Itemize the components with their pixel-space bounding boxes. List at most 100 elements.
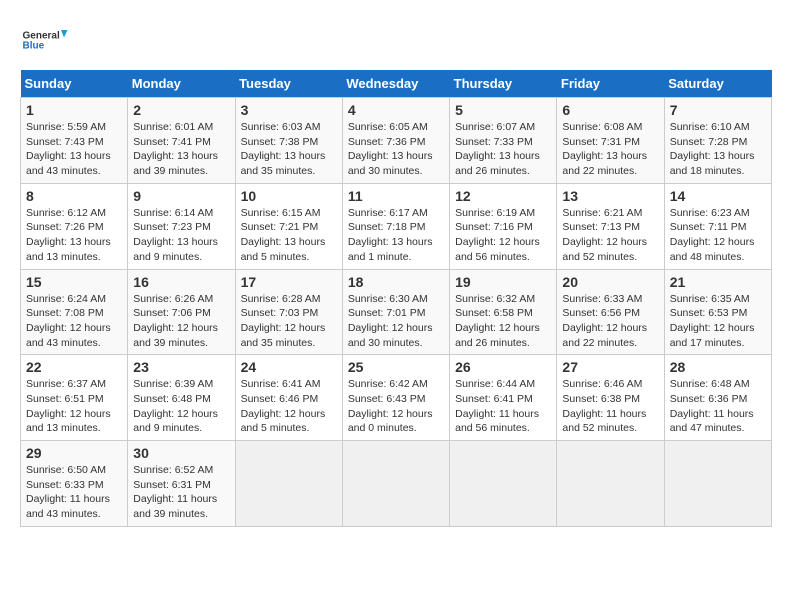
day-info: Sunrise: 6:32 AMSunset: 6:58 PMDaylight:… <box>455 292 551 351</box>
day-info: Sunrise: 6:24 AMSunset: 7:08 PMDaylight:… <box>26 292 122 351</box>
calendar-cell <box>664 441 771 527</box>
day-header-monday: Monday <box>128 70 235 98</box>
day-number: 28 <box>670 359 766 375</box>
calendar-cell: 26 Sunrise: 6:44 AMSunset: 6:41 PMDayligh… <box>450 355 557 441</box>
day-number: 19 <box>455 274 551 290</box>
day-header-wednesday: Wednesday <box>342 70 449 98</box>
day-number: 14 <box>670 188 766 204</box>
calendar-cell: 3Sunrise: 6:03 AMSunset: 7:38 PMDaylight… <box>235 98 342 184</box>
day-info: Sunrise: 6:46 AMSunset: 6:38 PMDaylight:… <box>562 377 658 436</box>
day-info: Sunrise: 6:35 AMSunset: 6:53 PMDaylight:… <box>670 292 766 351</box>
calendar-cell: 9Sunrise: 6:14 AMSunset: 7:23 PMDaylight… <box>128 183 235 269</box>
day-number: 17 <box>241 274 337 290</box>
calendar-cell: 1 Sunrise: 5:59 AMSunset: 7:43 PMDaylight… <box>21 98 128 184</box>
calendar-cell: 24 Sunrise: 6:41 AMSunset: 6:46 PMDayligh… <box>235 355 342 441</box>
calendar-cell: 8 Sunrise: 6:12 AMSunset: 7:26 PMDaylight… <box>21 183 128 269</box>
day-number: 16 <box>133 274 229 290</box>
day-info: Sunrise: 6:41 AMSunset: 6:46 PMDaylight:… <box>241 377 337 436</box>
day-info: Sunrise: 6:03 AMSunset: 7:38 PMDaylight:… <box>241 120 337 179</box>
day-info: Sunrise: 5:59 AMSunset: 7:43 PMDaylight:… <box>26 120 122 179</box>
page-header: General Blue <box>20 20 772 60</box>
day-number: 12 <box>455 188 551 204</box>
day-info: Sunrise: 6:19 AMSunset: 7:16 PMDaylight:… <box>455 206 551 265</box>
calendar-cell: 16 Sunrise: 6:26 AMSunset: 7:06 PMDayligh… <box>128 269 235 355</box>
calendar-cell: 25 Sunrise: 6:42 AMSunset: 6:43 PMDayligh… <box>342 355 449 441</box>
day-info: Sunrise: 6:37 AMSunset: 6:51 PMDaylight:… <box>26 377 122 436</box>
day-number: 30 <box>133 445 229 461</box>
calendar-cell <box>342 441 449 527</box>
day-number: 7 <box>670 102 766 118</box>
day-number: 23 <box>133 359 229 375</box>
day-info: Sunrise: 6:30 AMSunset: 7:01 PMDaylight:… <box>348 292 444 351</box>
calendar-cell: 22 Sunrise: 6:37 AMSunset: 6:51 PMDayligh… <box>21 355 128 441</box>
day-number: 13 <box>562 188 658 204</box>
calendar-cell: 27 Sunrise: 6:46 AMSunset: 6:38 PMDayligh… <box>557 355 664 441</box>
calendar-cell: 13 Sunrise: 6:21 AMSunset: 7:13 PMDayligh… <box>557 183 664 269</box>
calendar-cell: 17 Sunrise: 6:28 AMSunset: 7:03 PMDayligh… <box>235 269 342 355</box>
day-info: Sunrise: 6:26 AMSunset: 7:06 PMDaylight:… <box>133 292 229 351</box>
calendar-cell <box>557 441 664 527</box>
calendar-cell: 11 Sunrise: 6:17 AMSunset: 7:18 PMDayligh… <box>342 183 449 269</box>
day-info: Sunrise: 6:01 AMSunset: 7:41 PMDaylight:… <box>133 120 229 179</box>
calendar-cell: 23 Sunrise: 6:39 AMSunset: 6:48 PMDayligh… <box>128 355 235 441</box>
calendar-cell: 5Sunrise: 6:07 AMSunset: 7:33 PMDaylight… <box>450 98 557 184</box>
calendar-table: SundayMondayTuesdayWednesdayThursdayFrid… <box>20 70 772 527</box>
day-info: Sunrise: 6:33 AMSunset: 6:56 PMDaylight:… <box>562 292 658 351</box>
calendar-week-1: 1 Sunrise: 5:59 AMSunset: 7:43 PMDaylight… <box>21 98 772 184</box>
day-info: Sunrise: 6:14 AMSunset: 7:23 PMDaylight:… <box>133 206 229 265</box>
day-number: 10 <box>241 188 337 204</box>
calendar-cell: 29Sunrise: 6:50 AMSunset: 6:33 PMDayligh… <box>21 441 128 527</box>
day-info: Sunrise: 6:10 AMSunset: 7:28 PMDaylight:… <box>670 120 766 179</box>
day-header-thursday: Thursday <box>450 70 557 98</box>
day-info: Sunrise: 6:42 AMSunset: 6:43 PMDaylight:… <box>348 377 444 436</box>
day-number: 27 <box>562 359 658 375</box>
day-number: 15 <box>26 274 122 290</box>
day-number: 8 <box>26 188 122 204</box>
day-number: 26 <box>455 359 551 375</box>
calendar-cell: 2 Sunrise: 6:01 AMSunset: 7:41 PMDaylight… <box>128 98 235 184</box>
day-info: Sunrise: 6:08 AMSunset: 7:31 PMDaylight:… <box>562 120 658 179</box>
day-info: Sunrise: 6:12 AMSunset: 7:26 PMDaylight:… <box>26 206 122 265</box>
day-number: 25 <box>348 359 444 375</box>
day-number: 11 <box>348 188 444 204</box>
day-number: 22 <box>26 359 122 375</box>
day-info: Sunrise: 6:48 AMSunset: 6:36 PMDaylight:… <box>670 377 766 436</box>
day-info: Sunrise: 6:44 AMSunset: 6:41 PMDaylight:… <box>455 377 551 436</box>
calendar-cell: 15 Sunrise: 6:24 AMSunset: 7:08 PMDayligh… <box>21 269 128 355</box>
day-number: 4 <box>348 102 444 118</box>
day-info: Sunrise: 6:05 AMSunset: 7:36 PMDaylight:… <box>348 120 444 179</box>
calendar-cell: 18 Sunrise: 6:30 AMSunset: 7:01 PMDayligh… <box>342 269 449 355</box>
day-info: Sunrise: 6:39 AMSunset: 6:48 PMDaylight:… <box>133 377 229 436</box>
calendar-header-row: SundayMondayTuesdayWednesdayThursdayFrid… <box>21 70 772 98</box>
day-number: 21 <box>670 274 766 290</box>
day-info: Sunrise: 6:50 AMSunset: 6:33 PMDaylight:… <box>26 463 122 522</box>
day-number: 24 <box>241 359 337 375</box>
calendar-cell: 21 Sunrise: 6:35 AMSunset: 6:53 PMDayligh… <box>664 269 771 355</box>
calendar-week-4: 22 Sunrise: 6:37 AMSunset: 6:51 PMDayligh… <box>21 355 772 441</box>
day-number: 6 <box>562 102 658 118</box>
calendar-cell: 4 Sunrise: 6:05 AMSunset: 7:36 PMDaylight… <box>342 98 449 184</box>
day-header-sunday: Sunday <box>21 70 128 98</box>
day-info: Sunrise: 6:28 AMSunset: 7:03 PMDaylight:… <box>241 292 337 351</box>
day-number: 20 <box>562 274 658 290</box>
svg-text:General: General <box>23 31 60 42</box>
logo: General Blue <box>20 20 70 60</box>
day-header-tuesday: Tuesday <box>235 70 342 98</box>
day-info: Sunrise: 6:21 AMSunset: 7:13 PMDaylight:… <box>562 206 658 265</box>
logo-svg: General Blue <box>20 20 70 60</box>
day-number: 18 <box>348 274 444 290</box>
calendar-week-5: 29Sunrise: 6:50 AMSunset: 6:33 PMDayligh… <box>21 441 772 527</box>
calendar-cell <box>450 441 557 527</box>
day-header-friday: Friday <box>557 70 664 98</box>
calendar-cell: 14Sunrise: 6:23 AMSunset: 7:11 PMDayligh… <box>664 183 771 269</box>
calendar-cell: 30 Sunrise: 6:52 AMSunset: 6:31 PMDayligh… <box>128 441 235 527</box>
day-header-saturday: Saturday <box>664 70 771 98</box>
calendar-week-3: 15 Sunrise: 6:24 AMSunset: 7:08 PMDayligh… <box>21 269 772 355</box>
day-info: Sunrise: 6:17 AMSunset: 7:18 PMDaylight:… <box>348 206 444 265</box>
day-number: 2 <box>133 102 229 118</box>
calendar-cell <box>235 441 342 527</box>
day-info: Sunrise: 6:15 AMSunset: 7:21 PMDaylight:… <box>241 206 337 265</box>
calendar-cell: 19 Sunrise: 6:32 AMSunset: 6:58 PMDayligh… <box>450 269 557 355</box>
day-number: 1 <box>26 102 122 118</box>
day-info: Sunrise: 6:52 AMSunset: 6:31 PMDaylight:… <box>133 463 229 522</box>
